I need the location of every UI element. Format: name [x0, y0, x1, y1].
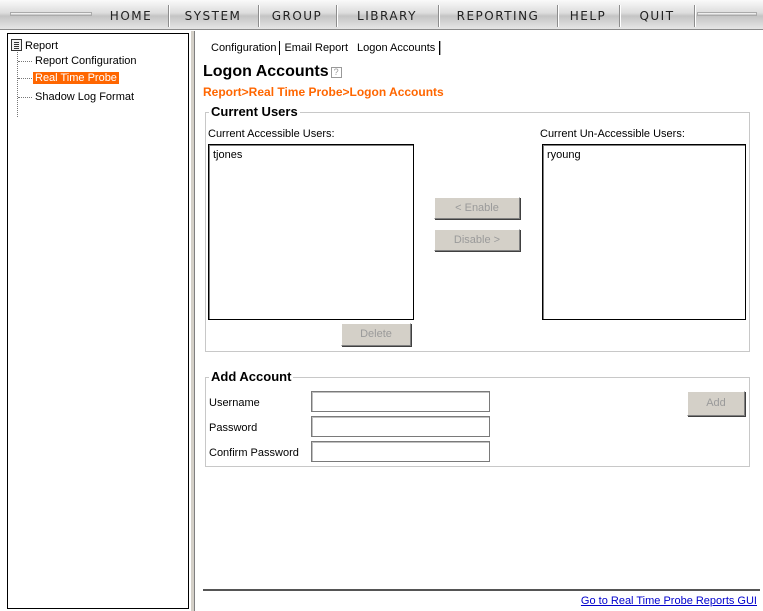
delete-button[interactable]: Delete [341, 323, 411, 346]
inaccessible-users-list[interactable]: ryoung [542, 144, 746, 320]
tree-item-shadow-log-format[interactable]: Shadow Log Format [18, 90, 136, 104]
nav-reporting[interactable]: REPORTING [440, 6, 556, 26]
tree-root-label: Report [25, 40, 59, 52]
nav-group[interactable]: GROUP [260, 6, 334, 26]
password-field[interactable] [311, 416, 490, 437]
nav-decoration-left [10, 12, 92, 16]
current-users-legend: Current Users [209, 104, 300, 119]
accessible-users-list[interactable]: tjones [208, 144, 414, 320]
nav-home[interactable]: HOME [96, 6, 166, 26]
inaccessible-users-label: Current Un-Accessible Users: [540, 128, 685, 140]
list-item[interactable]: ryoung [547, 149, 741, 162]
disable-button[interactable]: Disable > [434, 229, 520, 251]
report-document-icon [11, 39, 22, 51]
nav-system[interactable]: SYSTEM [170, 6, 256, 26]
help-icon[interactable]: ? [330, 67, 342, 78]
page-title-text: Logon Accounts [203, 63, 329, 80]
tree-branch-dash [18, 60, 32, 62]
confirm-password-label: Confirm Password [209, 447, 299, 459]
nav-separator [619, 5, 620, 27]
username-field[interactable] [311, 391, 490, 412]
nav-separator [336, 5, 337, 27]
nav-separator [168, 5, 169, 27]
tab-configuration[interactable]: Configuration [208, 41, 281, 55]
tab-bar: Configuration Email Report Logon Accounts [208, 41, 441, 59]
tree-item-real-time-probe[interactable]: Real Time Probe [18, 71, 119, 85]
confirm-password-field[interactable] [311, 441, 490, 462]
add-button[interactable]: Add [687, 391, 745, 416]
navigation-tree: Report Report Configuration Real Time Pr… [7, 33, 189, 609]
nav-decoration-right [697, 12, 757, 16]
tree-item-report-configuration[interactable]: Report Configuration [18, 54, 139, 68]
nav-help[interactable]: HELP [559, 6, 617, 26]
nav-library[interactable]: LIBRARY [338, 6, 436, 26]
add-account-legend: Add Account [209, 369, 294, 384]
reports-gui-link[interactable]: Go to Real Time Probe Reports GUI [581, 595, 757, 607]
top-nav-bar: HOME SYSTEM GROUP LIBRARY REPORTING HELP… [0, 0, 763, 30]
nav-separator [557, 5, 558, 27]
tree-item-label: Report Configuration [35, 55, 137, 67]
accessible-users-label: Current Accessible Users: [208, 128, 335, 140]
tree-branch-dash [18, 96, 32, 98]
tab-email-report[interactable]: Email Report [280, 41, 354, 55]
nav-separator [694, 5, 695, 27]
nav-separator [258, 5, 259, 27]
page-title: Logon Accounts? [203, 63, 342, 81]
password-label: Password [209, 422, 258, 434]
nav-quit[interactable]: QUIT [621, 6, 693, 26]
pane-splitter[interactable] [190, 31, 195, 611]
list-item[interactable]: tjones [213, 149, 409, 162]
enable-button[interactable]: < Enable [434, 197, 520, 219]
username-label: Username [209, 397, 260, 409]
nav-separator [438, 5, 439, 27]
tree-branch-dash [18, 77, 32, 79]
tree-root-report[interactable]: Report [11, 37, 59, 52]
breadcrumb: Report>Real Time Probe>Logon Accounts [203, 85, 444, 99]
tree-item-label: Real Time Probe [33, 72, 119, 84]
main-content: Configuration Email Report Logon Accounts … [199, 31, 763, 611]
footer-divider [203, 589, 760, 591]
tab-logon-accounts[interactable]: Logon Accounts [354, 41, 441, 55]
tree-item-label: Shadow Log Format [35, 91, 135, 103]
